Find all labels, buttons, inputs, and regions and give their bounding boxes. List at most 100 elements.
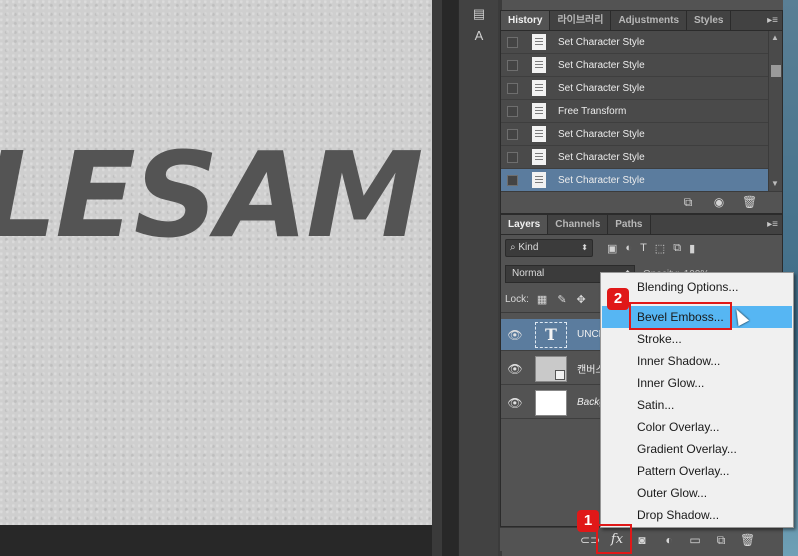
- eye-icon[interactable]: 👁: [505, 362, 525, 376]
- list-item-selected[interactable]: Set Character Style: [501, 169, 769, 192]
- list-item[interactable]: Set Character Style: [501, 54, 769, 77]
- adjustment-layer-icon[interactable]: ◐: [662, 533, 676, 547]
- document-icon: [532, 172, 546, 188]
- document-canvas[interactable]: LESAM: [0, 0, 432, 525]
- history-panel: History 라이브러리 Adjustments Styles ▸≡ Set …: [500, 10, 783, 214]
- text-layer-thumbnail: T: [535, 321, 567, 348]
- new-group-icon[interactable]: ▭: [688, 533, 702, 547]
- background-thumbnail: [535, 389, 567, 416]
- panel-menu-icon[interactable]: ▸≡: [767, 215, 778, 235]
- history-list: Set Character Style Set Character Style …: [501, 31, 782, 192]
- shape-filter-icon[interactable]: ⬚: [655, 242, 665, 255]
- history-item-label: Set Character Style: [558, 36, 645, 48]
- camera-icon[interactable]: ◉: [712, 196, 726, 209]
- lock-brush-icon[interactable]: ✎: [557, 293, 566, 306]
- lock-position-icon[interactable]: ✥: [577, 293, 586, 306]
- list-item[interactable]: Set Character Style: [501, 77, 769, 100]
- menu-item-inner-glow[interactable]: Inner Glow...: [602, 372, 792, 394]
- menu-item-satin[interactable]: Satin...: [602, 394, 792, 416]
- layers-footer: ⊂⊃ ◙ ◐ ▭ ⧉ 🗑: [500, 527, 783, 551]
- canvas-text: LESAM: [0, 126, 424, 264]
- type-filter-icon[interactable]: T: [640, 242, 647, 255]
- history-item-label: Set Character Style: [558, 151, 645, 163]
- tab-adjustments[interactable]: Adjustments: [611, 11, 688, 30]
- scroll-thumb[interactable]: [771, 65, 781, 77]
- trash-icon[interactable]: 🗑: [740, 533, 755, 547]
- eye-icon[interactable]: 👁: [505, 396, 525, 410]
- adjustment-filter-icon[interactable]: ◐: [625, 242, 632, 255]
- smart-object-filter-icon[interactable]: ⧉: [673, 242, 681, 255]
- snapshot-checkbox[interactable]: [507, 151, 518, 163]
- document-icon: [532, 80, 546, 96]
- snapshot-checkbox[interactable]: [507, 128, 518, 140]
- document-icon: [532, 34, 546, 50]
- history-item-label: Set Character Style: [558, 128, 645, 140]
- lock-label: Lock:: [505, 294, 529, 305]
- tab-paths[interactable]: Paths: [608, 215, 651, 234]
- menu-item-color-overlay[interactable]: Color Overlay...: [602, 416, 792, 438]
- snapshot-checkbox[interactable]: [507, 59, 518, 71]
- character-icon[interactable]: A: [467, 26, 491, 46]
- link-layers-icon[interactable]: ⊂⊃: [580, 533, 600, 547]
- step-badge-1: 1: [577, 510, 599, 532]
- filter-kind-value: Kind: [518, 242, 539, 253]
- history-item-label: Set Character Style: [558, 59, 645, 71]
- list-item[interactable]: Free Transform: [501, 100, 769, 123]
- tab-styles[interactable]: Styles: [687, 11, 732, 30]
- menu-item-outer-glow[interactable]: Outer Glow...: [602, 482, 792, 504]
- menu-item-blending-options[interactable]: Blending Options...: [602, 276, 792, 298]
- snapshot-checkbox[interactable]: [507, 36, 518, 48]
- document-icon: [532, 103, 546, 119]
- panel-dock-strip: ▤ A: [458, 0, 498, 556]
- filter-icons: ▣ ◐ T ⬚ ⧉ ▮: [607, 242, 695, 255]
- panel-menu-icon[interactable]: ▸≡: [767, 11, 778, 31]
- menu-item-stroke[interactable]: Stroke...: [602, 328, 792, 350]
- filter-toggle-icon[interactable]: ▮: [689, 242, 695, 255]
- scroll-up-icon[interactable]: ▲: [771, 33, 779, 42]
- history-item-label: Set Character Style: [558, 82, 645, 94]
- new-layer-icon[interactable]: ⧉: [714, 533, 728, 547]
- canvas-area: LESAM: [0, 0, 458, 556]
- history-footer: ⧉ ◉ 🗑: [501, 191, 782, 213]
- snapshot-checkbox[interactable]: [507, 105, 518, 117]
- lock-icons: ▦ ✎ ✥: [537, 293, 586, 306]
- menu-item-inner-shadow[interactable]: Inner Shadow...: [602, 350, 792, 372]
- menu-item-drop-shadow[interactable]: Drop Shadow...: [602, 504, 792, 526]
- canvas-edge: [432, 0, 442, 556]
- step-badge-2: 2: [607, 288, 629, 310]
- layer-style-menu: Blending Options... Bevel Emboss... Stro…: [600, 272, 794, 528]
- chevron-updown-icon: ⬍: [581, 243, 588, 252]
- history-scrollbar[interactable]: ▲ ▼: [768, 31, 782, 191]
- filter-kind-select[interactable]: ⌕ Kind ⬍: [505, 239, 593, 257]
- layer-filter-row: ⌕ Kind ⬍ ▣ ◐ T ⬚ ⧉ ▮: [501, 235, 782, 261]
- fx-button[interactable]: fx: [606, 530, 628, 550]
- tab-channels[interactable]: Channels: [548, 215, 609, 234]
- history-brush-icon[interactable]: ▤: [467, 4, 491, 24]
- new-document-from-state-icon[interactable]: ⧉: [681, 196, 695, 209]
- list-item[interactable]: Set Character Style: [501, 146, 769, 169]
- history-panel-tabs: History 라이브러리 Adjustments Styles ▸≡: [501, 11, 782, 31]
- list-item[interactable]: Set Character Style: [501, 123, 769, 146]
- tab-history[interactable]: History: [501, 11, 551, 30]
- menu-item-pattern-overlay[interactable]: Pattern Overlay...: [602, 460, 792, 482]
- snapshot-checkbox[interactable]: [507, 174, 518, 186]
- menu-item-bevel-emboss[interactable]: Bevel Emboss...: [602, 306, 792, 328]
- document-icon: [532, 149, 546, 165]
- menu-item-gradient-overlay[interactable]: Gradient Overlay...: [602, 438, 792, 460]
- lock-transparent-icon[interactable]: ▦: [537, 293, 547, 306]
- snapshot-checkbox[interactable]: [507, 82, 518, 94]
- history-item-label: Free Transform: [558, 105, 627, 117]
- tab-layers[interactable]: Layers: [501, 215, 549, 234]
- smart-object-thumbnail: [535, 355, 567, 382]
- document-icon: [532, 126, 546, 142]
- document-icon: [532, 57, 546, 73]
- scroll-down-icon[interactable]: ▼: [771, 179, 779, 188]
- pixel-filter-icon[interactable]: ▣: [607, 242, 617, 255]
- eye-icon[interactable]: 👁: [505, 328, 525, 342]
- history-item-label: Set Character Style: [558, 174, 645, 186]
- blend-mode-value: Normal: [512, 268, 545, 279]
- trash-icon[interactable]: 🗑: [742, 196, 757, 209]
- add-mask-icon[interactable]: ◙: [635, 533, 649, 547]
- tab-libraries[interactable]: 라이브러리: [550, 11, 612, 30]
- list-item[interactable]: Set Character Style: [501, 31, 769, 54]
